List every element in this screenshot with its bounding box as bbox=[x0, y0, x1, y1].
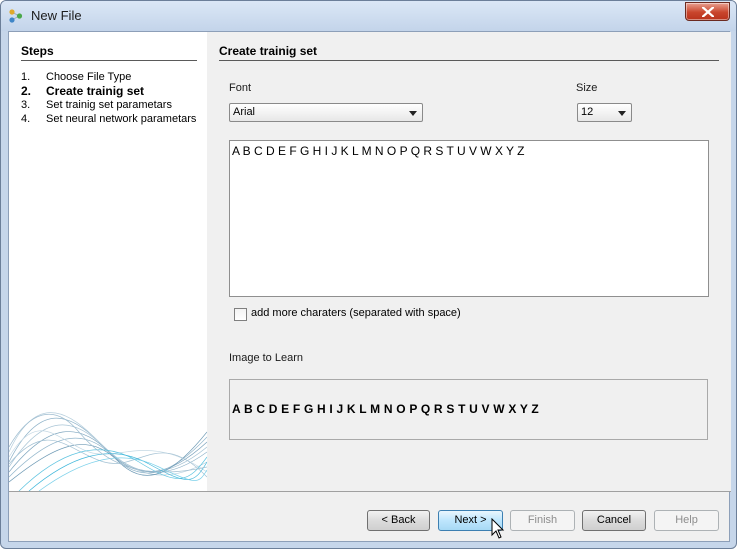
close-icon bbox=[702, 7, 714, 17]
window-title: New File bbox=[31, 8, 82, 23]
image-preview-text: A B C D E F G H I J K L M N O P Q R S T … bbox=[232, 402, 539, 416]
step-item: 1. Choose File Type bbox=[21, 71, 132, 83]
dialog-body: Steps 1. Choose File Type 2. Create traini… bbox=[8, 31, 731, 542]
app-icon bbox=[9, 9, 23, 23]
step-item: 4. Set neural network parametars bbox=[21, 113, 197, 125]
step-label: Set trainig set parametars bbox=[46, 99, 172, 111]
image-to-learn-label: Image to Learn bbox=[229, 352, 303, 364]
cancel-button[interactable]: Cancel bbox=[582, 510, 646, 531]
page-title: Create trainig set bbox=[219, 44, 719, 61]
step-label: Choose File Type bbox=[46, 71, 132, 83]
steps-list: 1. Choose File Type 2. Create trainig set … bbox=[21, 70, 205, 126]
step-item: 3. Set trainig set parametars bbox=[21, 99, 172, 111]
help-button[interactable]: Help bbox=[654, 510, 719, 531]
step-item-active: 2. Create trainig set bbox=[21, 84, 145, 98]
steps-panel: Steps 1. Choose File Type 2. Create traini… bbox=[9, 32, 207, 491]
button-bar-divider bbox=[9, 491, 731, 492]
steps-title: Steps bbox=[21, 44, 197, 61]
add-more-characters-checkbox[interactable] bbox=[234, 308, 247, 321]
finish-button[interactable]: Finish bbox=[510, 510, 575, 531]
characters-textarea[interactable]: A B C D E F G H I J K L M N O P Q R S T … bbox=[229, 140, 709, 297]
font-select[interactable]: Arial bbox=[229, 103, 423, 122]
title-bar[interactable]: New File bbox=[1, 1, 736, 31]
chevron-down-icon bbox=[618, 111, 626, 116]
close-button[interactable] bbox=[685, 2, 730, 21]
size-label: Size bbox=[576, 82, 598, 94]
font-label: Font bbox=[229, 82, 252, 94]
font-select-value: Arial bbox=[233, 106, 256, 118]
back-button[interactable]: < Back bbox=[367, 510, 430, 531]
mouse-cursor-icon bbox=[491, 518, 505, 539]
add-more-characters-label[interactable]: add more charaters (separated with space… bbox=[251, 307, 461, 319]
dialog-window: New File Steps 1. Choose File Type 2. Crea… bbox=[0, 0, 737, 549]
chevron-down-icon bbox=[409, 111, 417, 116]
step-label: Create trainig set bbox=[46, 84, 145, 98]
step-label: Set neural network parametars bbox=[46, 113, 197, 125]
main-panel: Create trainig set Font Arial Size 12 A … bbox=[207, 32, 731, 491]
size-select-value: 12 bbox=[581, 106, 594, 118]
size-select[interactable]: 12 bbox=[577, 103, 632, 122]
image-to-learn-preview: A B C D E F G H I J K L M N O P Q R S T … bbox=[229, 379, 708, 440]
decorative-waves-image bbox=[9, 412, 207, 491]
